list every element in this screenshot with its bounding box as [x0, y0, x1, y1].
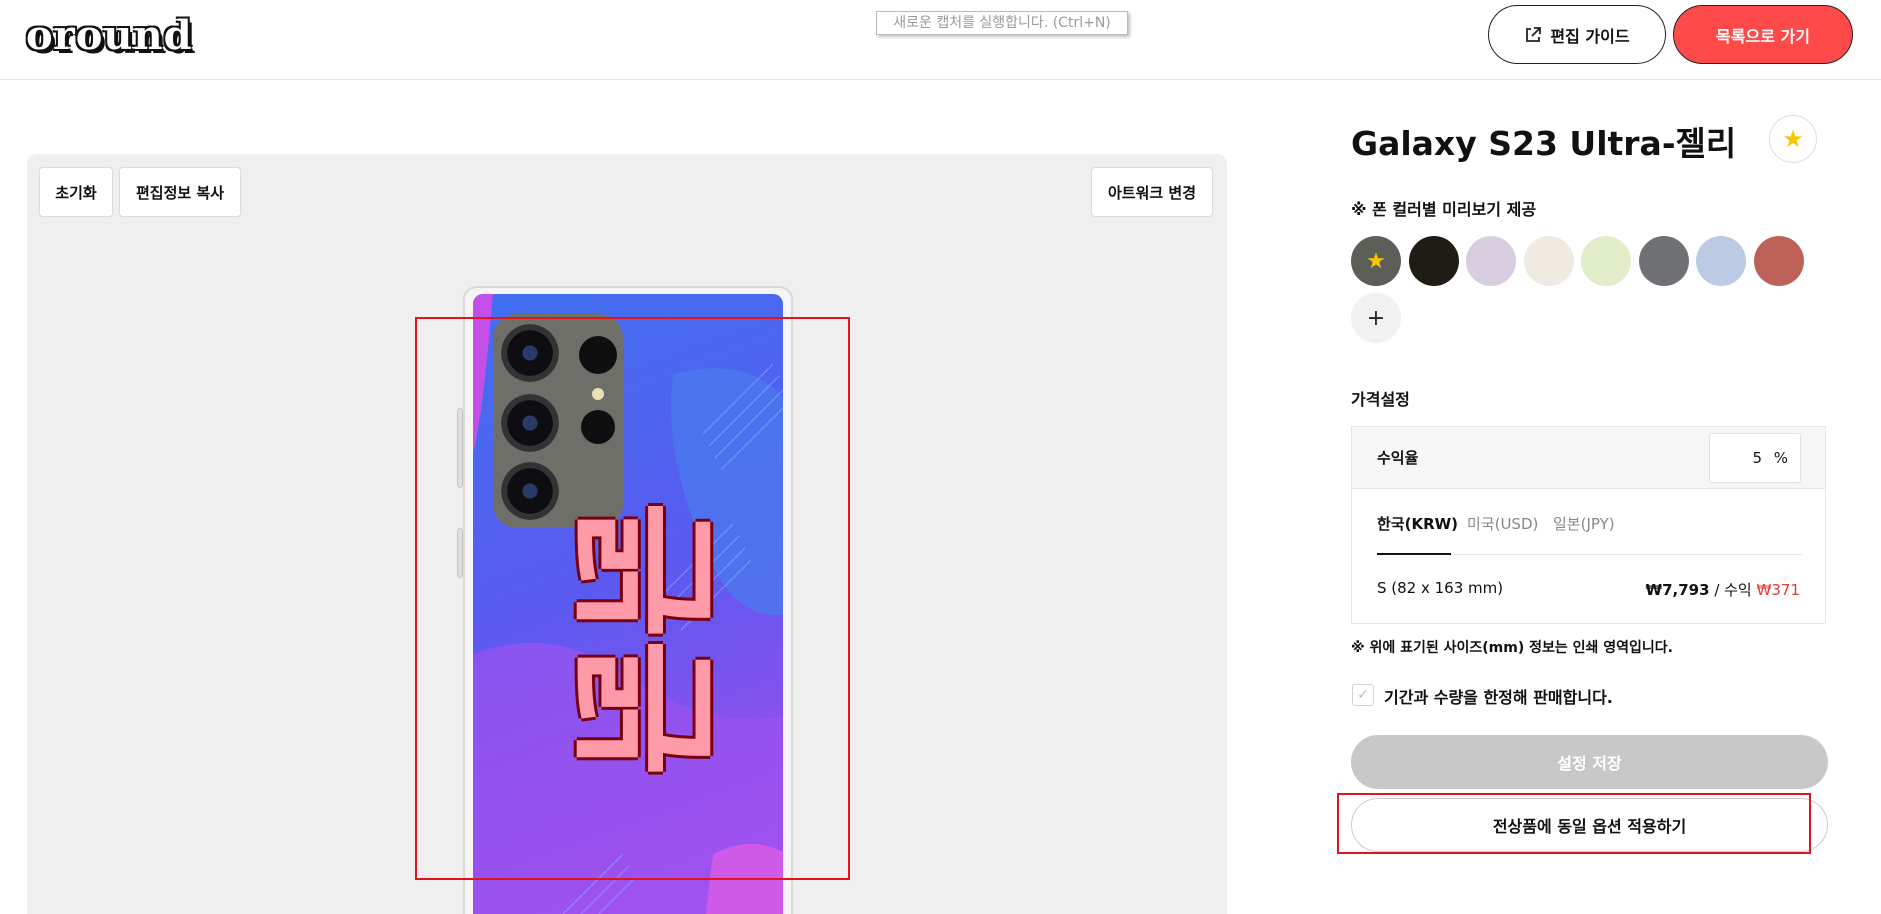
save-settings-button[interactable]: 설정 저장	[1351, 735, 1828, 789]
top-header: oround 새로운 캡처를 실행합니다. (Ctrl+N) 편집 가이드 목록…	[0, 0, 1881, 80]
price-info: ₩7,793 / 수익 ₩371	[1646, 579, 1800, 600]
color-swatch[interactable]	[1696, 236, 1746, 286]
margin-input[interactable]: 5 %	[1709, 433, 1801, 483]
edit-guide-button[interactable]: 편집 가이드	[1488, 5, 1666, 64]
profit-value: ₩371	[1756, 581, 1800, 599]
margin-value: 5	[1752, 449, 1762, 467]
add-color-button[interactable]: +	[1351, 293, 1401, 343]
external-link-icon	[1526, 26, 1542, 42]
print-area-note: ※ 위에 표기된 사이즈(mm) 정보는 인쇄 영역입니다.	[1351, 640, 1673, 656]
print-area-highlight	[415, 317, 850, 880]
back-to-list-button[interactable]: 목록으로 가기	[1673, 5, 1853, 64]
color-swatch[interactable]	[1408, 236, 1459, 286]
price-value: ₩7,793	[1645, 581, 1710, 599]
active-tab-indicator	[1377, 553, 1451, 555]
favorite-button[interactable]: ★	[1769, 115, 1817, 163]
tab-jpy[interactable]: 일본(JPY)	[1553, 513, 1615, 534]
size-info: S (82 x 163 mm)	[1377, 579, 1504, 597]
apply-button-highlight	[1337, 793, 1811, 854]
product-title: Galaxy S23 Ultra-젤리	[1351, 124, 1737, 163]
margin-row: 수익율 5 %	[1352, 427, 1825, 489]
limited-sale-label: 기간과 수량을 한정해 판매합니다.	[1384, 688, 1613, 707]
margin-label: 수익율	[1377, 449, 1419, 467]
color-swatch[interactable]	[1466, 236, 1516, 286]
copy-edit-info-button[interactable]: 편집정보 복사	[119, 167, 241, 217]
edit-guide-label: 편집 가이드	[1550, 26, 1630, 46]
price-setting-box: 수익율 5 % 한국(KRW) 미국(USD) 일본(JPY) S (82 x …	[1351, 426, 1826, 624]
star-icon: ★	[1782, 125, 1804, 153]
profit-prefix: / 수익	[1714, 581, 1752, 599]
color-swatch[interactable]	[1581, 236, 1631, 286]
color-swatch[interactable]	[1753, 236, 1804, 286]
reset-button[interactable]: 초기화	[39, 167, 113, 217]
check-icon: ✓	[1357, 687, 1369, 703]
limited-sale-checkbox[interactable]: ✓	[1352, 684, 1374, 706]
margin-unit: %	[1773, 449, 1788, 467]
color-swatch[interactable]	[1523, 236, 1574, 286]
color-swatch[interactable]	[1638, 236, 1689, 286]
capture-hint-tooltip: 새로운 캡처를 실행합니다. (Ctrl+N)	[876, 11, 1128, 35]
color-preview-label: ※ 폰 컬러별 미리보기 제공	[1351, 200, 1537, 219]
color-swatch[interactable]: ★	[1351, 236, 1401, 286]
selected-star-icon: ★	[1366, 248, 1386, 274]
change-artwork-button[interactable]: 아트워크 변경	[1091, 167, 1213, 217]
tab-usd[interactable]: 미국(USD)	[1467, 513, 1538, 534]
tab-krw[interactable]: 한국(KRW)	[1377, 513, 1458, 534]
oround-logo[interactable]: oround	[26, 12, 193, 59]
price-setting-label: 가격설정	[1351, 390, 1410, 409]
